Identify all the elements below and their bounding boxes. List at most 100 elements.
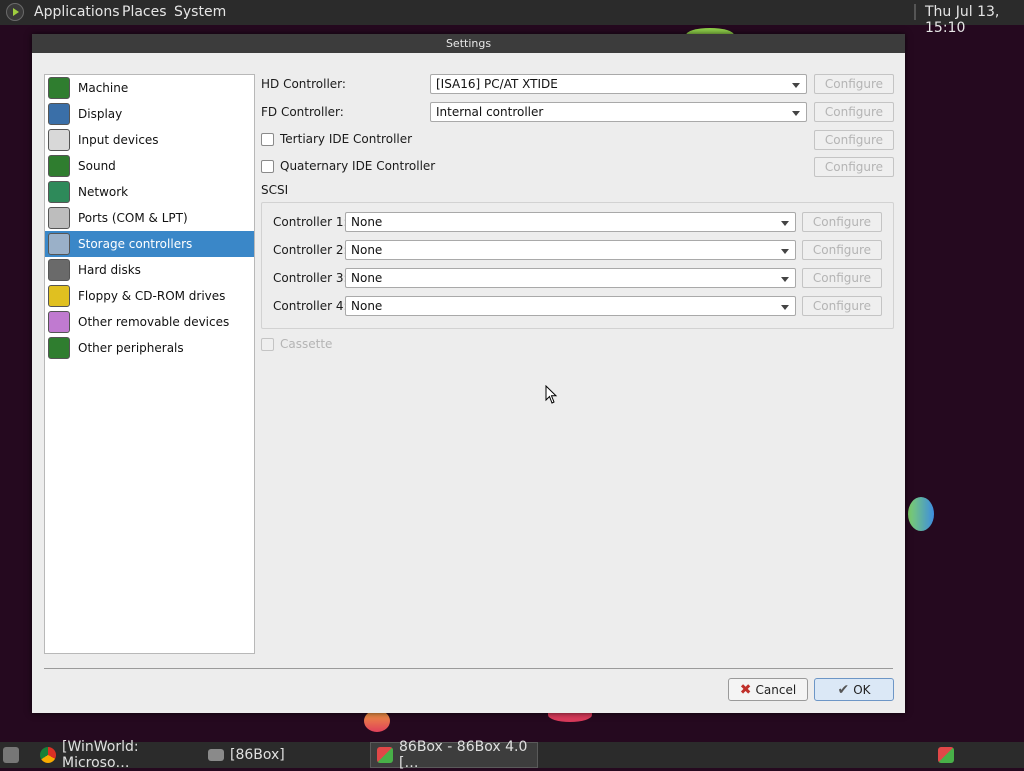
applications-menu[interactable]: Applications [34, 4, 120, 20]
nav-item-network[interactable]: Network [45, 179, 254, 205]
peripheral-chip-icon [48, 337, 70, 359]
hd-controller-select[interactable]: [ISA16] PC/AT XTIDE [430, 74, 807, 94]
chevron-down-icon [792, 111, 800, 116]
chevron-down-icon [781, 249, 789, 254]
nav-item-label: Ports (COM & LPT) [78, 211, 188, 225]
chevron-down-icon [781, 305, 789, 310]
desktop-decoration [364, 710, 390, 732]
distro-logo-icon[interactable] [6, 3, 24, 21]
floppy-cdrom-icon [48, 285, 70, 307]
cancel-button[interactable]: ✖ Cancel [728, 678, 808, 701]
ok-label: OK [853, 682, 871, 697]
display-card-icon [48, 103, 70, 125]
nav-item-label: Network [78, 185, 129, 199]
nav-item-label: Machine [78, 81, 129, 95]
scsi-controller-1-value: None [351, 215, 383, 229]
chevron-down-icon [781, 277, 789, 282]
nav-item-label: Floppy & CD-ROM drives [78, 289, 226, 303]
86box-tray-icon [938, 747, 954, 763]
tertiary-configure-button[interactable]: Configure [814, 130, 894, 150]
nav-item-display[interactable]: Display [45, 101, 254, 127]
86box-app-icon [377, 747, 393, 763]
nav-item-label: Sound [78, 159, 116, 173]
ok-button[interactable]: ✔ OK [814, 678, 894, 701]
hd-controller-value: [ISA16] PC/AT XTIDE [436, 77, 558, 91]
show-desktop-button[interactable] [0, 742, 24, 768]
nav-item-ports[interactable]: Ports (COM & LPT) [45, 205, 254, 231]
scsi-2-configure-button[interactable]: Configure [802, 240, 882, 260]
nav-item-other-peripherals[interactable]: Other peripherals [45, 335, 254, 361]
fd-controller-value: Internal controller [436, 105, 544, 119]
ports-icon [48, 207, 70, 229]
scsi-controller-2-select[interactable]: None [345, 240, 796, 260]
scsi-3-configure-button[interactable]: Configure [802, 268, 882, 288]
hard-disk-icon [48, 259, 70, 281]
cassette-checkbox[interactable] [261, 338, 274, 351]
hd-configure-button[interactable]: Configure [814, 74, 894, 94]
taskbar-item-browser[interactable]: [WinWorld: Microso… [34, 739, 200, 771]
fd-controller-label: FD Controller: [261, 105, 344, 119]
dialog-separator [44, 668, 893, 669]
nav-item-label: Other peripherals [78, 341, 184, 355]
close-icon: ✖ [739, 681, 752, 698]
taskbar-item-label: [86Box] [230, 747, 285, 763]
scsi-controller-4-select[interactable]: None [345, 296, 796, 316]
chrome-icon [40, 747, 56, 763]
nav-item-other-removable[interactable]: Other removable devices [45, 309, 254, 335]
desktop-decoration [908, 497, 934, 531]
scsi-controller-4-value: None [351, 299, 383, 313]
nav-item-label: Input devices [78, 133, 159, 147]
scsi-controller-1-select[interactable]: None [345, 212, 796, 232]
sound-card-icon [48, 155, 70, 177]
scsi-controller-3-value: None [351, 271, 383, 285]
panel-separator [914, 4, 916, 20]
places-menu[interactable]: Places [122, 4, 167, 20]
quaternary-ide-checkbox[interactable] [261, 160, 274, 173]
nav-item-hard-disks[interactable]: Hard disks [45, 257, 254, 283]
tray-86box-icon[interactable] [936, 742, 958, 768]
motherboard-icon [48, 77, 70, 99]
nav-item-storage-controllers[interactable]: Storage controllers [45, 231, 254, 257]
fd-configure-button[interactable]: Configure [814, 102, 894, 122]
window-title[interactable]: Settings [32, 34, 905, 53]
storage-icon [48, 233, 70, 255]
scsi-controller-2-label: Controller 2: [273, 243, 348, 257]
tertiary-ide-label[interactable]: Tertiary IDE Controller [280, 132, 412, 146]
check-icon: ✔ [837, 681, 850, 698]
scsi-group-label: SCSI [261, 183, 289, 197]
nav-item-label: Display [78, 107, 123, 121]
scsi-4-configure-button[interactable]: Configure [802, 296, 882, 316]
top-panel: Applications Places System Thu Jul 13, 1… [0, 0, 1024, 36]
mouse-cursor-icon [545, 385, 558, 404]
chevron-down-icon [781, 221, 789, 226]
tertiary-ide-checkbox[interactable] [261, 133, 274, 146]
cancel-label: Cancel [755, 682, 797, 697]
scsi-1-configure-button[interactable]: Configure [802, 212, 882, 232]
taskbar-item-label: [WinWorld: Microso… [62, 739, 139, 771]
taskbar-item-86box[interactable]: 86Box - 86Box 4.0 [… [370, 739, 538, 771]
chevron-down-icon [792, 83, 800, 88]
quaternary-ide-label[interactable]: Quaternary IDE Controller [280, 159, 435, 173]
removable-device-icon [48, 311, 70, 333]
nav-item-floppy-cdrom[interactable]: Floppy & CD-ROM drives [45, 283, 254, 309]
scsi-controller-2-value: None [351, 243, 383, 257]
nav-item-machine[interactable]: Machine [45, 75, 254, 101]
taskbar-item-folder[interactable]: [86Box] [202, 742, 362, 768]
settings-category-list[interactable]: Machine Display Input devices Sound Netw… [44, 74, 255, 654]
scsi-controller-4-label: Controller 4: [273, 299, 348, 313]
nav-item-input-devices[interactable]: Input devices [45, 127, 254, 153]
network-icon [48, 181, 70, 203]
settings-window: Settings Machine Display Input devices S… [32, 34, 905, 713]
cassette-label[interactable]: Cassette [280, 337, 332, 351]
nav-item-sound[interactable]: Sound [45, 153, 254, 179]
quaternary-configure-button[interactable]: Configure [814, 157, 894, 177]
scsi-controller-3-select[interactable]: None [345, 268, 796, 288]
scsi-controller-1-label: Controller 1: [273, 215, 348, 229]
keyboard-mouse-icon [48, 129, 70, 151]
fd-controller-select[interactable]: Internal controller [430, 102, 807, 122]
clock[interactable]: Thu Jul 13, 15:10 [925, 4, 1024, 36]
nav-item-label: Storage controllers [78, 237, 193, 251]
taskbar: [WinWorld: Microso… [86Box] 86Box - 86Bo… [0, 739, 1024, 771]
nav-item-label: Hard disks [78, 263, 141, 277]
system-menu[interactable]: System [174, 4, 226, 20]
